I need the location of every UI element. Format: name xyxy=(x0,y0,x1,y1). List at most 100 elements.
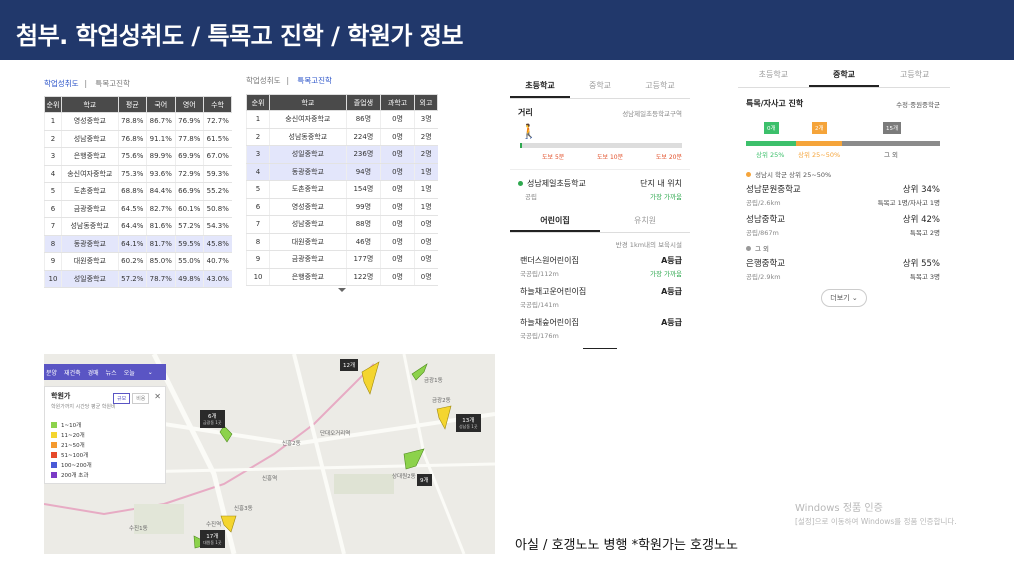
menu-today[interactable]: 오늘 xyxy=(124,368,135,377)
menu-presale[interactable]: 분양 xyxy=(46,368,57,377)
tab-daycare[interactable]: 어린이집 xyxy=(510,209,600,232)
tab-middle[interactable]: 중학교 xyxy=(808,62,880,87)
tab-achievement[interactable]: 학업성취도 xyxy=(246,76,281,85)
tab-elementary[interactable]: 초등학교 xyxy=(738,62,809,87)
table-cell: 2 xyxy=(43,130,62,148)
table-cell: 3 xyxy=(43,147,62,166)
tab-special-hs[interactable]: 특목고진학 xyxy=(95,79,130,88)
table-row[interactable]: 8 대원중학교 46명 0명 0명 xyxy=(245,233,438,251)
middle-school-detail: 특목고 2명 xyxy=(909,229,940,237)
tab-middle[interactable]: 중학교 xyxy=(570,73,630,98)
table-row[interactable]: 1 영성중학교 78.8% 86.7% 76.9% 72.7% xyxy=(43,112,232,131)
table-cell: 1명 xyxy=(413,163,438,181)
table-row[interactable]: 6 금광중학교 64.5% 82.7% 60.1% 50.8% xyxy=(43,200,232,218)
table-cell: 236명 xyxy=(345,145,381,164)
table-row[interactable]: 7 성남동중학교 64.4% 81.6% 57.2% 54.3% xyxy=(43,217,232,236)
table-row[interactable]: 4 동광중학교 94명 0명 1명 xyxy=(245,163,438,181)
legend-item: 100~200개 xyxy=(51,460,161,470)
table-row[interactable]: 6 영성중학교 99명 0명 1명 xyxy=(245,198,438,216)
table-cell: 도촌중학교 xyxy=(61,182,119,201)
column-header: 졸업생 xyxy=(345,94,382,111)
slide-header: 첨부. 학업성취도 / 특목고 진학 / 학원가 정보 xyxy=(0,0,1014,60)
menu-rebuild[interactable]: 재건축 xyxy=(64,368,81,377)
middle-school-item[interactable]: 성남문원중학교 상위 34% 공립/2.6km 특목고 1명/자사고 1명 xyxy=(746,183,940,207)
table-cell: 72.7% xyxy=(203,112,232,131)
more-button[interactable]: 더보기 ⌄ xyxy=(821,289,867,307)
table-cell: 1 xyxy=(43,112,62,131)
table-row[interactable]: 9 금광중학교 177명 0명 0명 xyxy=(245,250,438,269)
caption: 아실 / 호갱노노 병행 *학원가는 호갱노노 xyxy=(515,538,738,553)
table-row[interactable]: 8 동광중학교 64.1% 81.7% 59.5% 45.8% xyxy=(43,235,232,253)
table-row[interactable]: 10 성일중학교 57.2% 78.7% 49.8% 43.0% xyxy=(43,270,232,288)
cluster-count: 9개 xyxy=(420,478,429,484)
column-header: 순위 xyxy=(43,96,63,113)
table-row[interactable]: 5 도촌중학교 68.8% 84.4% 66.9% 55.2% xyxy=(43,182,232,201)
toggle-cost[interactable]: 비용 xyxy=(132,393,150,404)
windows-watermark: Windows 정품 인증 [설정]으로 이동하여 Windows를 정품 인증… xyxy=(795,499,957,527)
table-cell: 86.7% xyxy=(146,112,176,131)
daycare-item[interactable]: 랜더스원어린이집 A등급 국공립/112m 가장 가까움 xyxy=(520,255,682,278)
tab-high[interactable]: 고등학교 xyxy=(630,73,690,98)
academy-cluster-tag[interactable]: 13개 성남동 1곳 xyxy=(456,414,481,432)
table-cell: 송신여자중학교 xyxy=(61,165,119,183)
bar-label-other: 그 외 xyxy=(884,151,899,159)
daycare-name: 하늘채숲어린이집 xyxy=(520,318,579,327)
legend-swatch xyxy=(51,422,57,428)
gray-dot-icon xyxy=(746,246,751,251)
table-cell: 81.6% xyxy=(146,217,176,236)
watermark-line1: Windows 정품 인증 xyxy=(795,503,883,514)
academy-cluster-tag[interactable]: 6개 금광동 1곳 xyxy=(200,410,225,428)
tab-elementary[interactable]: 초등학교 xyxy=(510,73,570,98)
table-cell: 8 xyxy=(245,233,270,251)
academy-map[interactable]: 분양 재건축 경매 뉴스 오늘 ⌄ 학원가 ✕ 학원가까지 시간당 평균 학원비… xyxy=(44,354,495,554)
map-place-label: 신흥3동 xyxy=(234,506,253,512)
chevron-down-icon[interactable]: ⌄ xyxy=(148,369,153,376)
daycare-item[interactable]: 하늘채고운어린이집 A등급 국공립/141m xyxy=(520,286,682,309)
table-cell: 영성중학교 xyxy=(269,198,347,216)
achievement-panel: 학업성취도 | 특목고진학 순위 학교 평균 국어 영어 수학 1 영성중학교 78.8% 86.… xyxy=(43,78,232,288)
daycare-item[interactable]: 하늘채숲어린이집 A등급 국공립/176m xyxy=(520,317,682,340)
table-cell: 86명 xyxy=(345,110,381,129)
legend-item: 1~10개 xyxy=(51,420,161,430)
table-cell: 2명 xyxy=(413,128,438,146)
middle-school-detail: 특목고 1명/자사고 1명 xyxy=(877,199,940,207)
academy-cluster-tag[interactable]: 12개 xyxy=(340,359,359,371)
achievement-table: 순위 학교 평균 국어 영어 수학 1 영성중학교 78.8% 86.7% 76.9% 72.7% 2… xyxy=(43,96,232,288)
tab-high[interactable]: 고등학교 xyxy=(879,62,950,87)
middle-school-detail: 특목고 3명 xyxy=(909,273,940,281)
cluster-count: 13개 xyxy=(462,418,475,424)
table-row[interactable]: 3 은행중학교 75.6% 89.9% 69.9% 67.0% xyxy=(43,147,232,166)
table-row[interactable]: 5 도촌중학교 154명 0명 1명 xyxy=(245,180,438,199)
school-note: 단지 내 위치 xyxy=(640,179,682,188)
tab-special-hs[interactable]: 특목고진학 xyxy=(297,76,332,85)
table-row[interactable]: 1 숭신여자중학교 86명 0명 3명 xyxy=(245,110,438,129)
toggle-size[interactable]: 규모 xyxy=(113,393,131,404)
table-cell: 5 xyxy=(245,180,270,199)
close-icon[interactable]: ✕ xyxy=(154,392,161,401)
middle-school-item[interactable]: 성남중학교 상위 42% 공립/867m 특목고 2명 xyxy=(746,213,940,237)
middle-school-item[interactable]: 은행중학교 상위 55% 공립/2.9km 특목고 3명 xyxy=(746,257,940,281)
flag-other: 15개 xyxy=(883,122,902,134)
table-row[interactable]: 7 성남중학교 88명 0명 0명 xyxy=(245,215,438,234)
menu-news[interactable]: 뉴스 xyxy=(106,368,117,377)
table-row[interactable]: 3 성일중학교 236명 0명 2명 xyxy=(245,145,438,164)
table-cell: 46명 xyxy=(345,233,381,251)
scroll-down-icon[interactable] xyxy=(338,288,346,292)
table-cell: 성남중학교 xyxy=(61,130,119,148)
walk-distance-bar xyxy=(520,143,682,148)
academy-cluster-tag[interactable]: 9개 xyxy=(417,474,432,486)
daycare-grade: A등급 xyxy=(661,287,682,296)
tab-kindergarten[interactable]: 유치원 xyxy=(600,209,690,232)
table-row[interactable]: 10 은행중학교 122명 0명 0명 xyxy=(245,268,438,286)
table-cell: 2 xyxy=(245,128,270,146)
table-cell: 은행중학교 xyxy=(61,147,119,166)
map-place-label: 금광2동 xyxy=(432,398,451,404)
table-row[interactable]: 2 성남중학교 76.8% 91.1% 77.8% 61.5% xyxy=(43,130,232,148)
table-row[interactable]: 2 성남동중학교 224명 0명 2명 xyxy=(245,128,438,146)
table-row[interactable]: 4 송신여자중학교 75.3% 93.6% 72.9% 59.3% xyxy=(43,165,232,183)
column-header: 국어 xyxy=(146,96,176,113)
table-row[interactable]: 9 대원중학교 60.2% 85.0% 55.0% 40.7% xyxy=(43,252,232,271)
academy-cluster-tag[interactable]: 17개 대원동 1곳 xyxy=(200,530,225,548)
tab-achievement[interactable]: 학업성취도 xyxy=(44,79,79,88)
menu-auction[interactable]: 경매 xyxy=(88,368,99,377)
